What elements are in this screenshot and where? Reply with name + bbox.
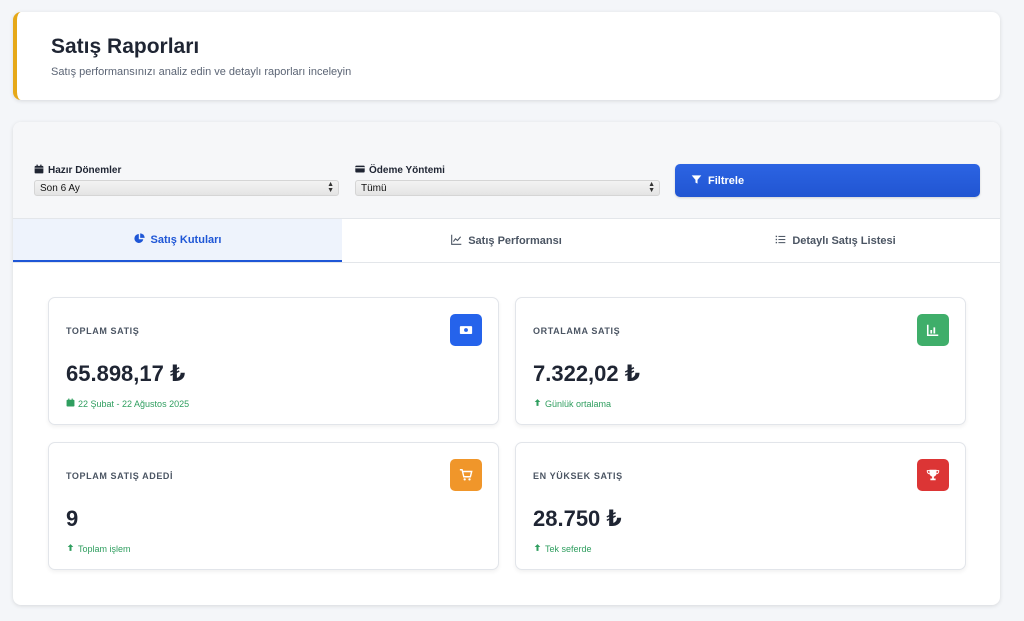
arrow-up-icon [533,543,542,554]
tab-detailed-sales-list[interactable]: Detaylı Satış Listesi [671,219,1000,262]
reports-panel: Hazır Dönemler Son 6 Ay ▲ ▼ Ödeme Yöntemi… [13,122,1000,605]
period-filter-label: Hazır Dönemler [34,164,121,177]
page-header: Satış Raporları Satış performansınızı an… [13,12,1000,100]
credit-card-icon [355,164,365,177]
list-icon [775,234,786,248]
arrow-up-icon [66,543,75,554]
stat-value: 28.750 ₺ [533,506,622,531]
money-icon [450,314,482,346]
stat-value: 7.322,02 ₺ [533,361,641,386]
stat-label: TOPLAM SATIŞ ADEDİ [66,471,174,481]
stat-note: 22 Şubat - 22 Ağustos 2025 [66,398,189,409]
tab-sales-boxes[interactable]: Satış Kutuları [13,219,342,262]
calendar-icon [66,398,75,409]
arrow-up-icon [533,398,542,409]
stat-label: EN YÜKSEK SATIŞ [533,471,623,481]
cart-icon [450,459,482,491]
select-arrows-icon: ▲ ▼ [327,181,334,194]
stat-note: Günlük ortalama [533,398,611,409]
trophy-icon [917,459,949,491]
stat-value: 65.898,17 ₺ [66,361,186,386]
stat-value: 9 [66,506,79,531]
tab-bar: Satış Kutuları Satış Performansı Detaylı… [13,218,1000,263]
payment-filter-label: Ödeme Yöntemi [355,164,445,177]
chart-icon [917,314,949,346]
period-select[interactable]: Son 6 Ay ▲ ▼ [34,180,339,196]
stat-card-sales-count: TOPLAM SATIŞ ADEDİ 9 Toplam işlem [48,442,499,570]
stat-card-highest-sale: EN YÜKSEK SATIŞ 28.750 ₺ Tek seferde [515,442,966,570]
pie-chart-icon [133,232,145,247]
filter-bar: Hazır Dönemler Son 6 Ay ▲ ▼ Ödeme Yöntemi… [13,122,1000,218]
stat-note: Toplam işlem [66,543,131,554]
tab-sales-performance[interactable]: Satış Performansı [342,219,671,262]
stat-card-total-sales: TOPLAM SATIŞ 65.898,17 ₺ 22 Şubat - 22 A… [48,297,499,425]
select-arrows-icon: ▲ ▼ [648,181,655,194]
calendar-icon [34,164,44,177]
page-title: Satış Raporları [51,35,200,58]
filter-button[interactable]: Filtrele [675,164,980,197]
filter-icon [691,174,702,188]
stat-label: ORTALAMA SATIŞ [533,326,621,336]
stat-note: Tek seferde [533,543,592,554]
payment-select[interactable]: Tümü ▲ ▼ [355,180,660,196]
stat-label: TOPLAM SATIŞ [66,326,140,336]
page-subtitle: Satış performansınızı analiz edin ve det… [51,66,352,78]
stat-card-average-sales: ORTALAMA SATIŞ 7.322,02 ₺ Günlük ortalam… [515,297,966,425]
line-chart-icon [451,234,462,248]
